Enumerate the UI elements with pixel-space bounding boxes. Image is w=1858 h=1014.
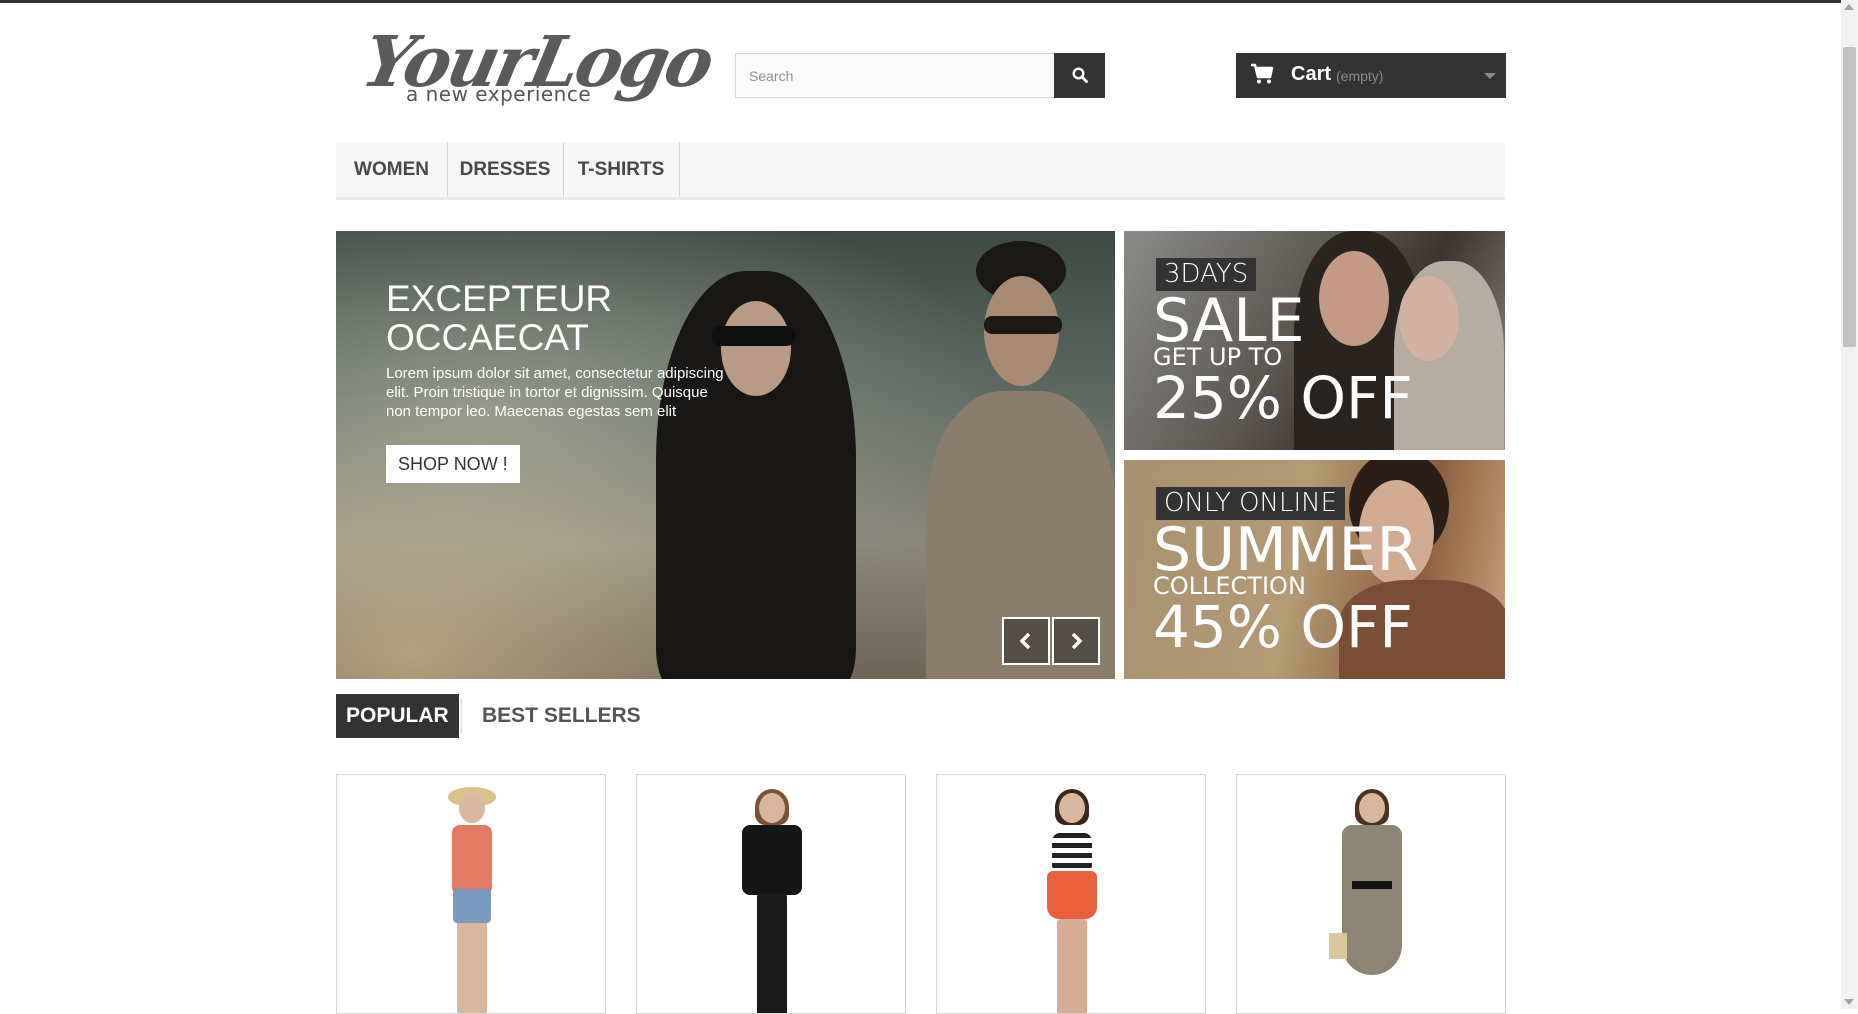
homepage-slider[interactable]: EXCEPTEUR OCCAECAT Lorem ipsum dolor sit… (336, 231, 1115, 679)
logo-tagline: a new experience (406, 82, 592, 106)
banner-discount: 25% OFF (1153, 364, 1413, 432)
vertical-scrollbar[interactable] (1841, 0, 1858, 1009)
slide-title: EXCEPTEUR OCCAECAT (386, 279, 716, 357)
product-card[interactable] (336, 774, 606, 1014)
scroll-up-arrow-icon[interactable] (1844, 4, 1854, 10)
slide-title-line2: OCCAECAT (386, 317, 589, 358)
menu-item-t-shirts[interactable]: T-SHIRTS (563, 142, 680, 197)
shop-now-button[interactable]: SHOP NOW ! (386, 445, 520, 483)
slider-prev-button[interactable] (1002, 617, 1050, 665)
main-menu: WOMEN DRESSES T-SHIRTS (336, 142, 1505, 200)
cart-button[interactable]: Cart (empty) (1236, 53, 1506, 98)
banner-image-man-face (1319, 251, 1389, 346)
tab-best-sellers[interactable]: BEST SELLERS (482, 694, 641, 738)
product-image (1037, 789, 1107, 1013)
summer-collection-banner[interactable]: ONLY ONLINE SUMMER COLLECTION 45% OFF (1124, 460, 1505, 679)
banner-image-woman-face (1399, 276, 1459, 361)
search-input[interactable] (735, 53, 1056, 98)
shopping-cart-icon (1251, 63, 1274, 84)
product-card[interactable] (636, 774, 906, 1014)
top-border (0, 0, 1858, 3)
chevron-right-icon (1071, 632, 1083, 650)
logo[interactable]: YourLogo a new experience (355, 20, 719, 112)
product-image (1329, 789, 1407, 1013)
scrollbar-thumb[interactable] (1843, 47, 1856, 347)
slide-description: Lorem ipsum dolor sit amet, consectetur … (386, 365, 724, 420)
product-card[interactable] (936, 774, 1206, 1014)
product-image (437, 787, 507, 1013)
cart-label: Cart (1291, 63, 1332, 85)
product-card[interactable] (1236, 774, 1506, 1014)
search-bar (735, 53, 1105, 98)
banner-discount: 45% OFF (1153, 593, 1413, 661)
tab-popular[interactable]: POPULAR (336, 694, 459, 738)
product-image (737, 789, 807, 1013)
search-icon (1072, 67, 1088, 83)
chevron-down-icon[interactable] (1484, 73, 1496, 79)
cart-status: (empty) (1336, 68, 1384, 84)
scroll-down-arrow-icon[interactable] (1844, 999, 1854, 1005)
menu-item-women[interactable]: WOMEN (336, 142, 448, 197)
tab-divider (461, 698, 462, 734)
slider-next-button[interactable] (1052, 617, 1100, 665)
menu-item-dresses[interactable]: DRESSES (447, 142, 564, 197)
chevron-left-icon (1019, 632, 1031, 650)
slide-title-line1: EXCEPTEUR (386, 278, 613, 319)
sale-banner[interactable]: 3DAYS SALE GET UP TO 25% OFF (1124, 231, 1505, 450)
search-button[interactable] (1054, 53, 1105, 98)
